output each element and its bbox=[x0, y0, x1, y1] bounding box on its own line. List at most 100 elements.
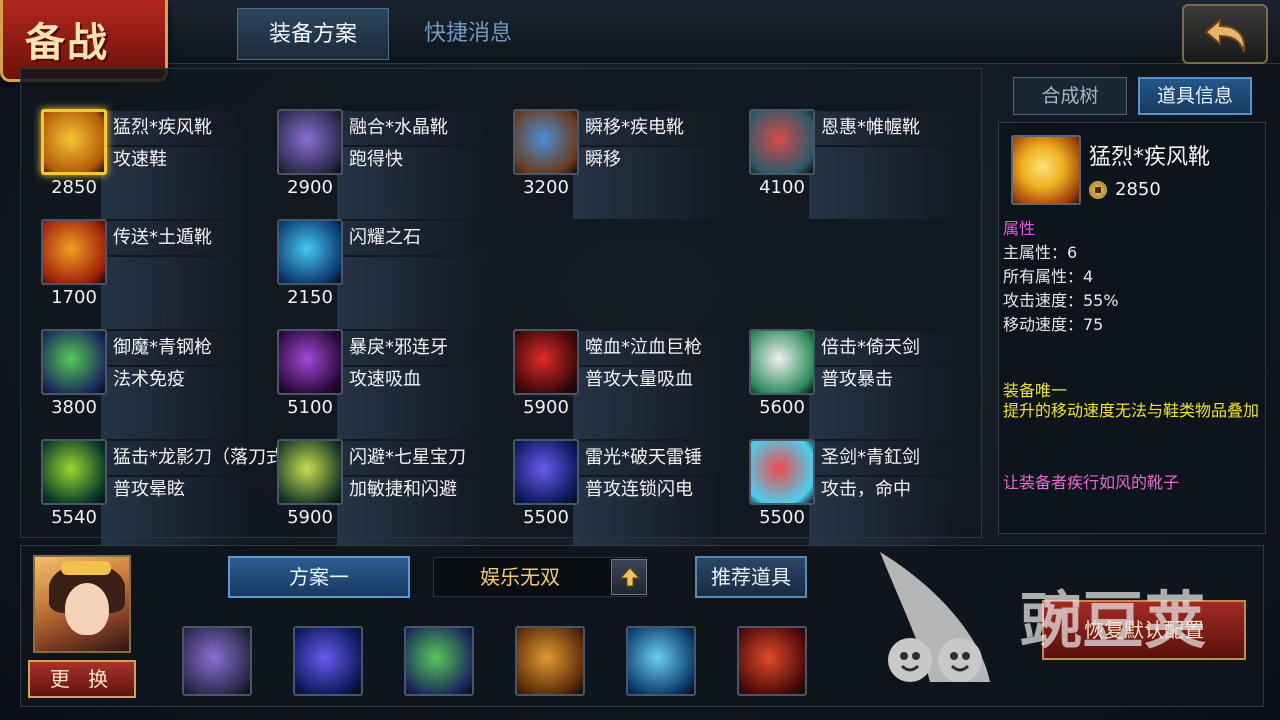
attribute-line: 攻击速度：55% bbox=[1003, 291, 1119, 310]
green-spear-icon bbox=[41, 329, 107, 395]
sky-sword-icon bbox=[749, 329, 815, 395]
thunder-hammer-icon bbox=[513, 439, 579, 505]
ice-spear-icon[interactable] bbox=[626, 626, 696, 696]
item-info-price: 2850 bbox=[1115, 179, 1161, 200]
item-name: 闪避*七星宝刀 bbox=[349, 447, 466, 468]
crystal-boot-icon bbox=[277, 109, 343, 175]
dragon-armor-icon[interactable] bbox=[737, 626, 807, 696]
equipment-grid: 猛烈*疾风靴 攻速鞋 2850 融合*水晶靴 跑得快 2900 瞬移*疾电靴 瞬移 3200 恩惠… bbox=[20, 68, 982, 549]
thunder-hammer-icon[interactable] bbox=[293, 626, 363, 696]
blood-spear-icon bbox=[513, 329, 579, 395]
item-price: 5900 bbox=[287, 507, 333, 528]
item-description: 普攻连锁闪电 bbox=[585, 479, 693, 500]
change-hero-button[interactable]: 更 换 bbox=[28, 660, 136, 698]
item-name: 猛烈*疾风靴 bbox=[113, 117, 212, 138]
fire-boot-icon bbox=[41, 219, 107, 285]
item-name: 倍击*倚天剑 bbox=[821, 337, 920, 358]
item-price: 1700 bbox=[51, 287, 97, 308]
item-name: 传送*土遁靴 bbox=[113, 227, 212, 248]
item-price: 2850 bbox=[51, 177, 97, 198]
item-name: 猛击*龙影刀（落刀式 bbox=[113, 447, 283, 468]
item-info-panel: 猛烈*疾风靴 2850 属性 主属性：6 所有属性：4 攻击速度：55% 移动速… bbox=[998, 122, 1266, 534]
equipment-item[interactable]: 瞬移*疾电靴 瞬移 3200 bbox=[503, 109, 733, 219]
item-price: 5540 bbox=[51, 507, 97, 528]
equipment-item[interactable]: 倍击*倚天剑 普攻暴击 5600 bbox=[739, 329, 969, 439]
item-desc-bg bbox=[337, 257, 487, 329]
item-price: 3800 bbox=[51, 397, 97, 418]
watermark-logo: 豌豆荚 bbox=[880, 552, 1206, 682]
rainbow-sword-icon bbox=[749, 439, 815, 505]
watermark-text: 豌豆荚 bbox=[1020, 584, 1206, 657]
attribute-line: 所有属性：4 bbox=[1003, 267, 1094, 286]
item-name: 融合*水晶靴 bbox=[349, 117, 448, 138]
item-price: 3200 bbox=[523, 177, 569, 198]
equipment-item[interactable]: 御魔*青钢枪 法术免疫 3800 bbox=[31, 329, 261, 439]
equipment-item[interactable]: 恩惠*帷幄靴 4100 bbox=[739, 109, 969, 219]
item-description: 攻击，命中 bbox=[821, 479, 911, 500]
item-description: 加敏捷和闪避 bbox=[349, 479, 457, 500]
equipment-item[interactable]: 暴戾*邪连牙 攻速吸血 5100 bbox=[267, 329, 497, 439]
equipment-item[interactable]: 传送*土遁靴 1700 bbox=[31, 219, 261, 329]
lightning-boot-icon bbox=[513, 109, 579, 175]
equipment-item[interactable]: 融合*水晶靴 跑得快 2900 bbox=[267, 109, 497, 219]
attribute-line: 主属性：6 bbox=[1003, 243, 1078, 262]
item-name: 恩惠*帷幄靴 bbox=[821, 117, 920, 138]
back-arrow-icon bbox=[1204, 17, 1246, 53]
equipment-item[interactable]: 圣剑*青釭剑 攻击，命中 5500 bbox=[739, 439, 969, 549]
equipment-item[interactable]: 猛烈*疾风靴 攻速鞋 2850 bbox=[31, 109, 261, 219]
blue-gem-icon bbox=[277, 219, 343, 285]
hero-portrait[interactable] bbox=[33, 555, 131, 653]
golden-boot-icon bbox=[41, 109, 107, 175]
back-button[interactable] bbox=[1182, 4, 1268, 64]
item-name: 雷光*破天雷锤 bbox=[585, 447, 702, 468]
item-description: 普攻暴击 bbox=[821, 369, 893, 390]
recommend-items-button[interactable]: 推荐道具 bbox=[695, 556, 807, 598]
item-name: 闪耀之石 bbox=[349, 227, 421, 248]
item-price: 2150 bbox=[287, 287, 333, 308]
item-price: 5600 bbox=[759, 397, 805, 418]
item-price: 5500 bbox=[523, 507, 569, 528]
plan-button[interactable]: 方案一 bbox=[228, 556, 410, 598]
item-desc-bg bbox=[809, 147, 959, 219]
golden-boot-icon bbox=[1011, 135, 1081, 205]
tab-equipment-plan[interactable]: 装备方案 bbox=[237, 8, 389, 60]
item-price: 2900 bbox=[287, 177, 333, 198]
item-description: 瞬移 bbox=[585, 149, 621, 170]
equipment-item[interactable]: 闪耀之石 2150 bbox=[267, 219, 497, 329]
red-boot-icon bbox=[749, 109, 815, 175]
item-name: 圣剑*青釭剑 bbox=[821, 447, 920, 468]
item-name: 噬血*泣血巨枪 bbox=[585, 337, 702, 358]
item-description: 普攻大量吸血 bbox=[585, 369, 693, 390]
item-description: 普攻晕眩 bbox=[113, 479, 185, 500]
item-name: 瞬移*疾电靴 bbox=[585, 117, 684, 138]
up-arrow-icon bbox=[619, 567, 641, 587]
item-name: 暴戾*邪连牙 bbox=[349, 337, 448, 358]
purple-claw-icon bbox=[277, 329, 343, 395]
green-spear-icon[interactable] bbox=[404, 626, 474, 696]
item-price: 5900 bbox=[523, 397, 569, 418]
item-description: 法术免疫 bbox=[113, 369, 185, 390]
flavor-text: 让装备者疾行如风的靴子 bbox=[1003, 473, 1180, 492]
hero-crown bbox=[61, 561, 111, 575]
synthesis-tree-tab[interactable]: 合成树 bbox=[1013, 77, 1127, 115]
ram-skull-icon[interactable] bbox=[515, 626, 585, 696]
equipment-item[interactable]: 噬血*泣血巨枪 普攻大量吸血 5900 bbox=[503, 329, 733, 439]
equipment-item[interactable]: 雷光*破天雷锤 普攻连锁闪电 5500 bbox=[503, 439, 733, 549]
item-name: 御魔*青钢枪 bbox=[113, 337, 212, 358]
attributes-header: 属性 bbox=[1003, 219, 1036, 238]
upload-button[interactable] bbox=[611, 559, 647, 595]
item-info-name: 猛烈*疾风靴 bbox=[1089, 145, 1211, 170]
item-info-tab[interactable]: 道具信息 bbox=[1138, 77, 1252, 115]
equipment-item[interactable]: 猛击*龙影刀（落刀式 普攻晕眩 5540 bbox=[31, 439, 283, 549]
top-bar bbox=[0, 0, 1280, 64]
item-price: 4100 bbox=[759, 177, 805, 198]
unique-title: 装备唯一 bbox=[1003, 381, 1068, 400]
tab-quick-message[interactable]: 快捷消息 bbox=[392, 8, 544, 60]
dragon-blade-icon bbox=[41, 439, 107, 505]
item-price: 5100 bbox=[287, 397, 333, 418]
crystal-boot-icon[interactable] bbox=[182, 626, 252, 696]
unique-description: 提升的移动速度无法与鞋类物品叠加 bbox=[1003, 401, 1260, 420]
equipment-item[interactable]: 闪避*七星宝刀 加敏捷和闪避 5900 bbox=[267, 439, 497, 549]
attribute-line: 移动速度：75 bbox=[1003, 315, 1104, 334]
page-title: 备战 bbox=[25, 19, 109, 66]
